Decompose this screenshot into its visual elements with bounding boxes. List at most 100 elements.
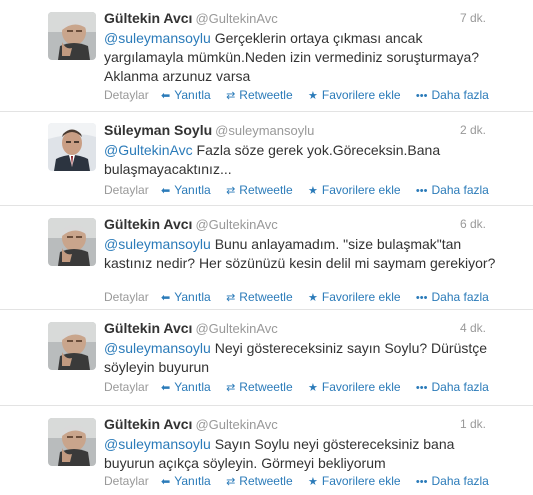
tweet-item: Gültekin Avcı @GultekinAvc 6 dk. @suleyma… [0,206,533,310]
tweet-text: @suleymansoylu Neyi göstereceksiniz sayı… [104,339,499,377]
more-button[interactable]: ••• Daha fazla [416,380,489,394]
tweet-username[interactable]: @GultekinAvc [195,11,277,26]
reply-button[interactable]: ⬅ Yanıtla [161,290,211,304]
star-icon: ★ [308,382,318,394]
avatar-gultekin-icon [48,322,96,370]
tweet-mention-link[interactable]: @GultekinAvc [104,142,193,158]
details-link[interactable]: Detaylar [104,290,149,304]
ellipsis-icon: ••• [415,382,428,394]
avatar-suleyman-icon [48,123,96,171]
favorite-label: Favorilere ekle [321,88,401,102]
ellipsis-icon: ••• [415,90,428,102]
favorite-button[interactable]: ★ Favorilere ekle [308,183,401,197]
tweet-mention-link[interactable]: @suleymansoylu [104,30,211,46]
tweet-text: @suleymansoylu Gerçeklerin ortaya çıkmas… [104,29,499,86]
favorite-label: Favorilere ekle [321,380,401,394]
avatar-gultekin-icon [48,218,96,266]
reply-button[interactable]: ⬅ Yanıtla [161,88,211,102]
star-icon: ★ [308,292,318,304]
more-button[interactable]: ••• Daha fazla [416,290,489,304]
reply-button[interactable]: ⬅ Yanıtla [161,183,211,197]
tweet-actions: Detaylar ⬅ Yanıtla ⇄ Retweetle ★ Favorilere… [104,183,501,197]
favorite-button[interactable]: ★ Favorilere ekle [308,380,401,394]
tweet-header: Süleyman Soylu @suleymansoylu 2 dk. [104,122,486,140]
reply-icon: ⬅ [161,382,171,394]
details-link[interactable]: Detaylar [104,183,149,197]
reply-label: Yanıtla [174,88,211,102]
retweet-label: Retweetle [239,474,293,488]
retweet-button[interactable]: ⇄ Retweetle [226,474,293,488]
tweet-timestamp[interactable]: 1 dk. [460,417,486,431]
star-icon: ★ [308,90,318,102]
avatar[interactable] [48,218,96,266]
favorite-button[interactable]: ★ Favorilere ekle [308,290,401,304]
reply-label: Yanıtla [174,290,211,304]
retweet-label: Retweetle [239,88,293,102]
tweet-username[interactable]: @suleymansoylu [215,123,314,138]
tweet-timestamp[interactable]: 6 dk. [460,217,486,231]
tweet-mention-link[interactable]: @suleymansoylu [104,236,211,252]
retweet-icon: ⇄ [226,382,236,394]
tweet-mention-link[interactable]: @suleymansoylu [104,436,211,452]
tweet-item: Gültekin Avcı @GultekinAvc 7 dk. @suleyma… [0,0,533,112]
more-label: Daha fazla [431,183,489,197]
more-label: Daha fazla [431,290,489,304]
more-label: Daha fazla [431,88,489,102]
more-button[interactable]: ••• Daha fazla [416,183,489,197]
retweet-icon: ⇄ [226,476,236,488]
tweet-username[interactable]: @GultekinAvc [195,321,277,336]
favorite-label: Favorilere ekle [321,290,401,304]
tweet-fullname[interactable]: Gültekin Avcı [104,216,192,232]
avatar-gultekin-icon [48,418,96,466]
details-link[interactable]: Detaylar [104,380,149,394]
retweet-label: Retweetle [239,183,293,197]
reply-button[interactable]: ⬅ Yanıtla [161,474,211,488]
avatar[interactable] [48,123,96,171]
avatar[interactable] [48,418,96,466]
tweet-fullname[interactable]: Gültekin Avcı [104,10,192,26]
tweet-username[interactable]: @GultekinAvc [195,417,277,432]
more-button[interactable]: ••• Daha fazla [416,88,489,102]
ellipsis-icon: ••• [415,185,428,197]
tweet-timestamp[interactable]: 7 dk. [460,11,486,25]
retweet-icon: ⇄ [226,292,236,304]
reply-icon: ⬅ [161,476,171,488]
tweet-username[interactable]: @GultekinAvc [195,217,277,232]
tweet-item: Süleyman Soylu @suleymansoylu 2 dk. @Gult… [0,112,533,206]
retweet-button[interactable]: ⇄ Retweetle [226,380,293,394]
reply-icon: ⬅ [161,90,171,102]
tweet-header: Gültekin Avcı @GultekinAvc 1 dk. [104,416,486,434]
tweet-actions: Detaylar ⬅ Yanıtla ⇄ Retweetle ★ Favorilere… [104,290,501,304]
tweet-actions: Detaylar ⬅ Yanıtla ⇄ Retweetle ★ Favorilere… [104,474,501,488]
tweet-timestamp[interactable]: 2 dk. [460,123,486,137]
tweet-header: Gültekin Avcı @GultekinAvc 4 dk. [104,320,486,338]
favorite-button[interactable]: ★ Favorilere ekle [308,88,401,102]
avatar[interactable] [48,322,96,370]
more-label: Daha fazla [431,474,489,488]
tweet-header: Gültekin Avcı @GultekinAvc 7 dk. [104,10,486,28]
reply-icon: ⬅ [161,292,171,304]
tweet-text: @suleymansoylu Bunu anlayamadım. "size b… [104,235,499,273]
tweet-fullname[interactable]: Gültekin Avcı [104,320,192,336]
tweet-fullname[interactable]: Gültekin Avcı [104,416,192,432]
reply-button[interactable]: ⬅ Yanıtla [161,380,211,394]
star-icon: ★ [308,185,318,197]
avatar[interactable] [48,12,96,60]
favorite-label: Favorilere ekle [321,183,401,197]
tweet-mention-link[interactable]: @suleymansoylu [104,340,211,356]
retweet-label: Retweetle [239,380,293,394]
retweet-button[interactable]: ⇄ Retweetle [226,88,293,102]
favorite-button[interactable]: ★ Favorilere ekle [308,474,401,488]
details-link[interactable]: Detaylar [104,88,149,102]
details-link[interactable]: Detaylar [104,474,149,488]
tweet-timestamp[interactable]: 4 dk. [460,321,486,335]
reply-label: Yanıtla [174,380,211,394]
reply-label: Yanıtla [174,474,211,488]
tweet-fullname[interactable]: Süleyman Soylu [104,122,212,138]
tweet-actions: Detaylar ⬅ Yanıtla ⇄ Retweetle ★ Favorilere… [104,88,501,102]
retweet-button[interactable]: ⇄ Retweetle [226,183,293,197]
favorite-label: Favorilere ekle [321,474,401,488]
reply-icon: ⬅ [161,185,171,197]
retweet-button[interactable]: ⇄ Retweetle [226,290,293,304]
more-button[interactable]: ••• Daha fazla [416,474,489,488]
